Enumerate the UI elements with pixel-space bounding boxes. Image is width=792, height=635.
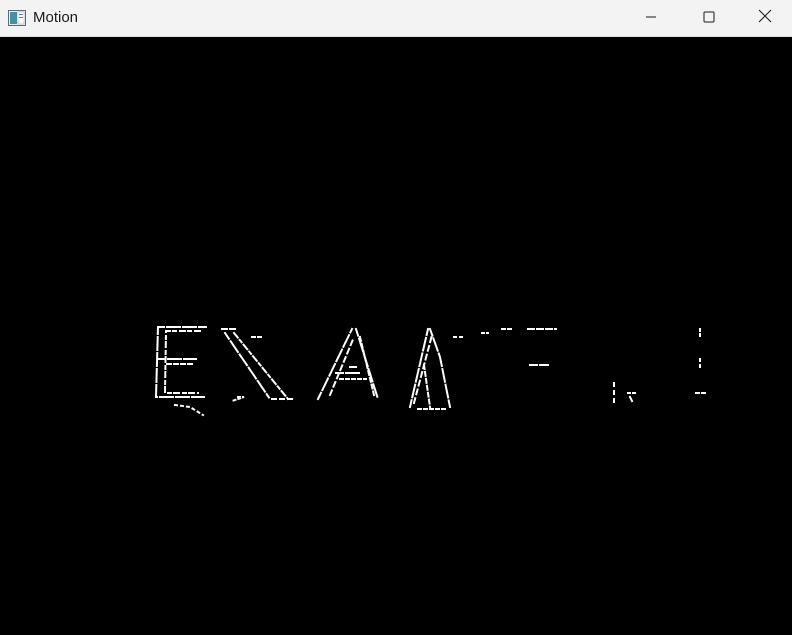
maximize-button[interactable]	[680, 0, 738, 37]
motion-edge-letter-4	[408, 327, 463, 410]
window-title: Motion	[33, 9, 79, 26]
motion-edge-letter-3	[316, 327, 380, 401]
motion-edge-letter-6	[613, 382, 637, 404]
motion-edge-letter-1	[154, 326, 207, 417]
maximize-icon	[703, 10, 715, 28]
motion-edge-image	[154, 326, 709, 417]
motion-window: Motion	[0, 0, 792, 635]
title-bar[interactable]: Motion	[0, 0, 792, 37]
minimize-button[interactable]	[622, 0, 680, 37]
motion-display-area	[0, 37, 792, 635]
motion-edge-letter-2	[221, 328, 293, 403]
minimize-icon	[645, 10, 657, 28]
motion-edge-letter-5	[481, 328, 557, 366]
window-app-icon	[8, 10, 26, 26]
close-icon	[758, 9, 772, 28]
close-button[interactable]	[738, 0, 792, 37]
motion-edge-letter-7	[695, 328, 709, 394]
